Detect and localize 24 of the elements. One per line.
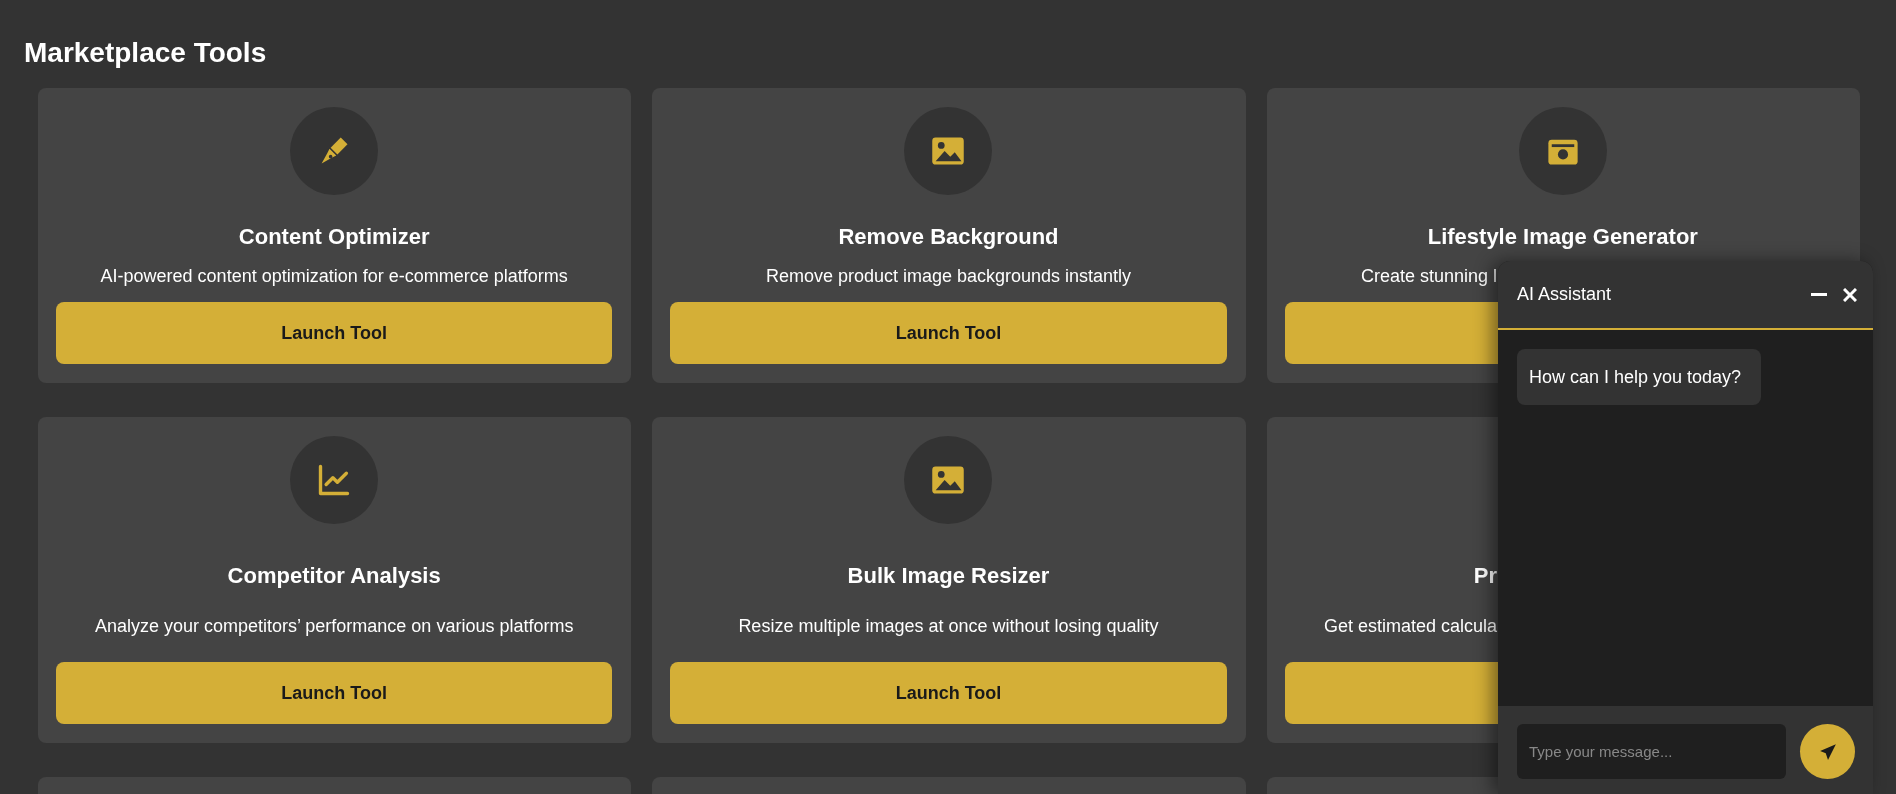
tool-title: Remove Background bbox=[837, 224, 1060, 250]
launch-button[interactable]: Launch Tool bbox=[56, 662, 613, 724]
tool-description: Get estimated calcula bbox=[1322, 614, 1498, 637]
launch-button[interactable]: Launch Tool bbox=[670, 662, 1227, 724]
send-button[interactable] bbox=[1800, 724, 1855, 779]
tool-description: Analyze your competitors’ performance on various platforms bbox=[93, 614, 575, 637]
launch-button[interactable]: Launch Tool bbox=[670, 302, 1227, 364]
page-title: Marketplace Tools bbox=[24, 36, 267, 70]
chat-title: AI Assistant bbox=[1517, 283, 1613, 306]
tool-description: Create stunning l bbox=[1359, 265, 1498, 287]
tool-title: Bulk Image Resizer bbox=[846, 563, 1051, 590]
close-button[interactable] bbox=[1843, 287, 1857, 302]
close-icon bbox=[1843, 287, 1857, 302]
tool-description: AI-powered content optimization for e-commerce platforms bbox=[99, 265, 569, 287]
tool-title: Lifestyle Image Generator bbox=[1426, 224, 1699, 250]
launch-button[interactable]: Launch Tool bbox=[56, 302, 613, 364]
chat-message: How can I help you today? bbox=[1517, 349, 1762, 405]
tool-title: Content Optimizer bbox=[237, 224, 431, 250]
minimize-icon bbox=[1811, 293, 1827, 296]
message-input[interactable]: Type your message... bbox=[1517, 724, 1786, 779]
tool-description: Resize multiple images at once without losing quality bbox=[737, 614, 1160, 637]
tool-title: Pr bbox=[1472, 563, 1498, 590]
tool-description: Remove product image backgrounds instantly bbox=[764, 265, 1133, 287]
tool-title: Competitor Analysis bbox=[226, 563, 442, 590]
